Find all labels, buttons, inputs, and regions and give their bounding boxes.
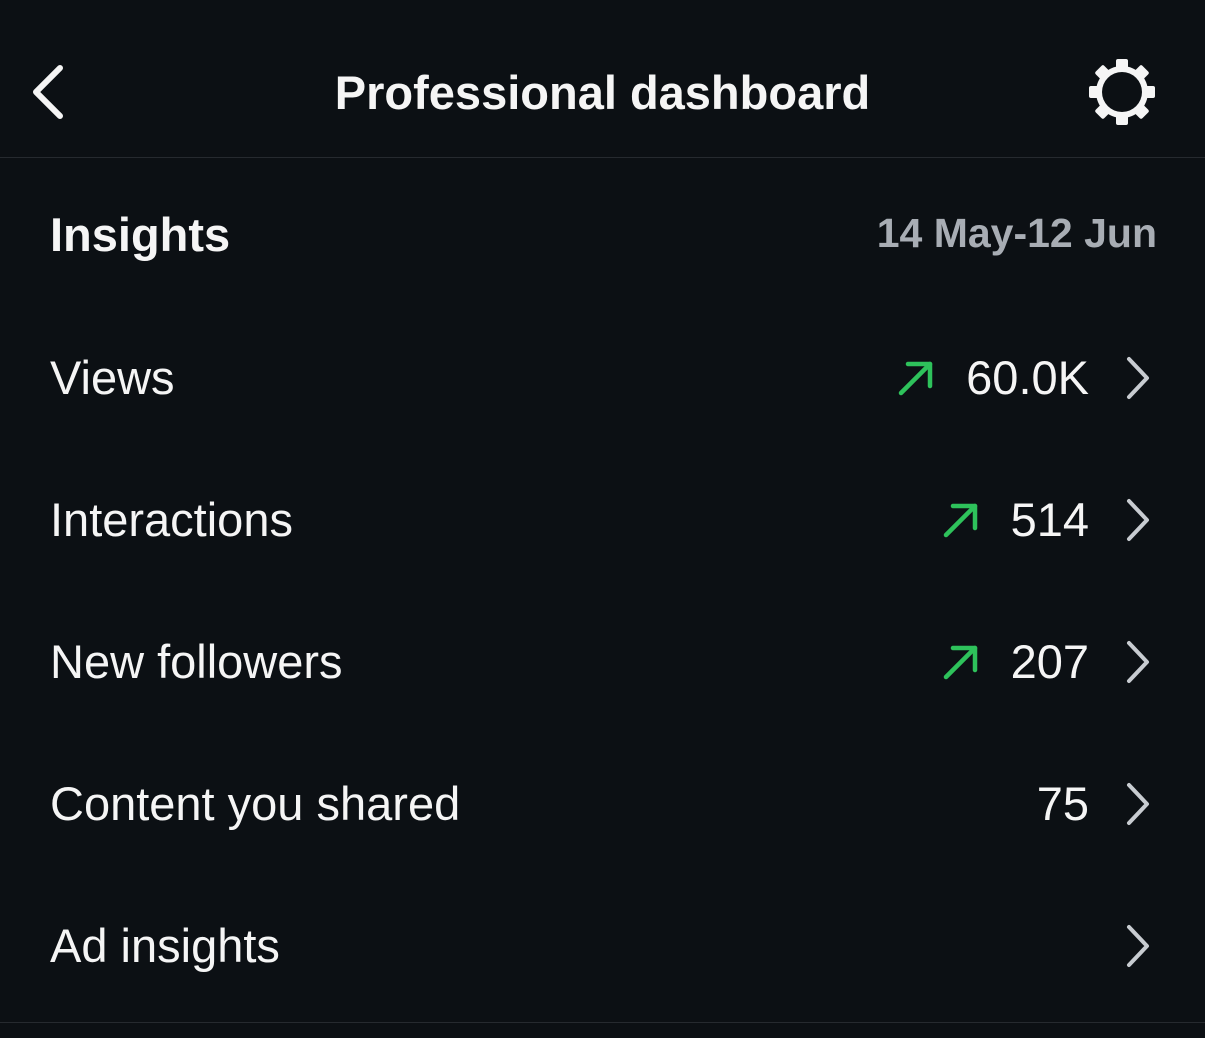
insight-value-group: 60.0K — [896, 348, 1153, 408]
insight-value: 207 — [1010, 635, 1089, 688]
trend-up-icon — [941, 500, 981, 540]
insight-label: Content you shared — [50, 777, 461, 830]
insight-value: 60.0K — [966, 351, 1089, 404]
insight-row-ad-insights[interactable]: Ad insights — [0, 875, 1205, 1017]
professional-dashboard-screen: Professional dashboard Insights 14 May-1… — [0, 0, 1205, 1038]
insights-title: Insights — [50, 208, 231, 261]
insight-row-content-shared[interactable]: Content you shared 75 — [0, 733, 1205, 875]
gear-icon — [1089, 59, 1155, 125]
insight-value-group — [1123, 916, 1153, 976]
top-bar: Professional dashboard — [0, 0, 1205, 158]
insight-label: Views — [50, 351, 175, 404]
settings-button[interactable] — [1080, 56, 1164, 128]
insight-row-interactions[interactable]: Interactions 514 — [0, 449, 1205, 591]
insight-label: Ad insights — [50, 919, 280, 972]
insight-label: Interactions — [50, 493, 293, 546]
trend-up-icon — [896, 358, 936, 398]
insight-label: New followers — [50, 635, 343, 688]
date-range[interactable]: 14 May-12 Jun — [877, 204, 1157, 262]
chevron-right-icon — [1123, 637, 1153, 687]
insights-list: Views 60.0K Interactions 514 New followe… — [0, 307, 1205, 1017]
insight-row-new-followers[interactable]: New followers 207 — [0, 591, 1205, 733]
section-divider — [0, 1022, 1205, 1023]
insight-value: 514 — [1010, 493, 1089, 546]
chevron-right-icon — [1123, 495, 1153, 545]
insights-header: Insights 14 May-12 Jun — [0, 200, 1205, 270]
insight-value: 75 — [1036, 777, 1089, 830]
chevron-right-icon — [1123, 779, 1153, 829]
insight-value-group: 514 — [941, 490, 1153, 550]
chevron-right-icon — [1123, 921, 1153, 971]
insight-value-group: 75 — [1037, 774, 1153, 834]
insight-row-views[interactable]: Views 60.0K — [0, 307, 1205, 449]
trend-up-icon — [941, 642, 981, 682]
chevron-right-icon — [1123, 353, 1153, 403]
page-title: Professional dashboard — [334, 66, 871, 119]
insight-value-group: 207 — [941, 632, 1153, 692]
